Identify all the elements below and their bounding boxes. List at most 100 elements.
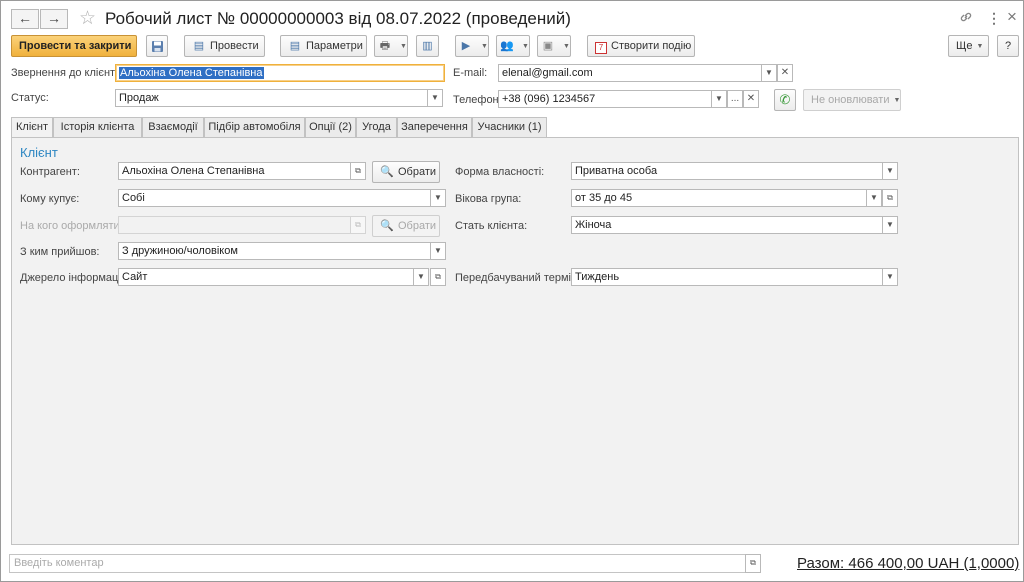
term-select[interactable]: Тиждень (571, 268, 883, 286)
email-clear-button[interactable]: ✕ (777, 64, 793, 82)
chevron-down-icon: ▼ (417, 272, 425, 281)
clear-icon: ✕ (780, 67, 790, 78)
source-open-button[interactable]: ⧉ (430, 268, 446, 286)
chevron-down-icon: ▼ (976, 43, 984, 50)
chevron-down-icon: ▼ (400, 43, 407, 50)
tab-participants[interactable]: Учасники (1) (472, 117, 547, 138)
source-select[interactable]: Сайт (118, 268, 414, 286)
favorite-star-icon[interactable]: ☆ (79, 7, 96, 30)
register-choose-button[interactable]: 🔍 Обрати (372, 215, 440, 237)
post-button[interactable]: ▤ Провести (184, 35, 265, 57)
email-dropdown-button[interactable]: ▼ (761, 64, 777, 82)
ownership-select[interactable]: Приватна особа (571, 162, 883, 180)
phone-input[interactable]: +38 (096) 1234567 (498, 90, 712, 108)
chevron-down-icon: ▼ (765, 68, 773, 77)
age-group-select[interactable]: от 35 до 45 (571, 189, 867, 207)
phone-dropdown-button[interactable]: ▼ (711, 90, 727, 108)
save-button[interactable] (146, 35, 168, 57)
counterparty-choose-button[interactable]: 🔍 Обрати (372, 161, 440, 183)
gender-select[interactable]: Жіноча (571, 216, 883, 234)
chevron-down-icon: ▼ (563, 43, 570, 50)
create-based-on-button[interactable]: ▶ ▼ (455, 35, 489, 57)
chevron-down-icon: ▼ (434, 246, 442, 255)
reports-button[interactable]: ▣ ▼ (537, 35, 571, 57)
appeal-label: Звернення до клієнта: (11, 67, 125, 79)
comment-open-button[interactable]: ⧉ (745, 554, 761, 573)
source-dropdown-button[interactable]: ▼ (413, 268, 429, 286)
report-icon: ▣ (542, 40, 554, 52)
open-window-icon: ⧉ (355, 220, 361, 229)
arrow-right-icon: → (47, 10, 61, 26)
counterparty-label: Контрагент: (20, 166, 80, 178)
status-select[interactable]: Продаж (115, 89, 428, 107)
source-label: Джерело інформації: (20, 272, 127, 284)
print-button[interactable]: 🖶 ▼ (374, 35, 408, 57)
chevron-down-icon: ▼ (886, 272, 894, 281)
phone-choose-button[interactable]: ... (727, 90, 743, 108)
chevron-down-icon: ▼ (715, 94, 723, 103)
search-icon: 🔍 (380, 220, 394, 232)
ownership-dropdown-button[interactable]: ▼ (882, 162, 898, 180)
printer-icon: 🖶 (379, 40, 391, 52)
total-amount[interactable]: Разом: 466 400,00 UAH (1,0000) (797, 555, 1019, 572)
email-input[interactable]: elenal@gmail.com (498, 64, 762, 82)
tab-car-selection[interactable]: Підбір автомобіля (204, 117, 305, 138)
phone-clear-button[interactable]: ✕ (743, 90, 759, 108)
chevron-down-icon: ▼ (870, 193, 878, 202)
post-and-close-button[interactable]: Провести та закрити (11, 35, 137, 57)
counterparty-input[interactable]: Альохіна Олена Степанівна (118, 162, 351, 180)
chevron-down-icon: ▼ (434, 193, 442, 202)
client-tab-panel: Клієнт Контрагент: Альохіна Олена Степан… (11, 137, 1019, 545)
title-bar: ← → ☆ Робочий лист № 00000000003 від 08.… (1, 1, 1023, 35)
chevron-down-icon: ▼ (481, 43, 488, 50)
appeal-input[interactable]: Альохіна Олена Степанівна (115, 64, 445, 82)
status-dropdown-button[interactable]: ▼ (427, 89, 443, 107)
buyer-dropdown-button[interactable]: ▼ (430, 189, 446, 207)
tab-objections[interactable]: Заперечення (397, 117, 472, 138)
arrow-left-icon: ← (18, 10, 32, 26)
came-with-select[interactable]: З дружиною/чоловіком (118, 242, 431, 260)
clear-icon: ✕ (746, 93, 756, 104)
no-update-button[interactable]: Не оновлювати ▼ (803, 89, 901, 111)
tab-deal[interactable]: Угода (356, 117, 397, 138)
more-actions-button[interactable]: Ще ▼ (948, 35, 989, 57)
age-group-open-button[interactable]: ⧉ (882, 189, 898, 207)
parameters-button[interactable]: ▤ Параметри (280, 35, 367, 57)
buyer-select[interactable]: Собі (118, 189, 431, 207)
age-group-label: Вікова група: (455, 193, 522, 205)
counterparty-open-button[interactable]: ⧉ (350, 162, 366, 180)
age-group-dropdown-button[interactable]: ▼ (866, 189, 882, 207)
register-input[interactable] (118, 216, 351, 234)
search-icon: 🔍 (380, 166, 394, 178)
open-window-icon: ⧉ (355, 166, 361, 175)
create-event-button[interactable]: 7 Створити подію (587, 35, 695, 57)
open-window-icon: ⧉ (435, 272, 441, 281)
buyer-label: Кому купує: (20, 193, 80, 205)
help-button[interactable]: ? (997, 35, 1019, 57)
link-icon[interactable] (959, 10, 973, 27)
term-dropdown-button[interactable]: ▼ (882, 268, 898, 286)
tab-options[interactable]: Опції (2) (305, 117, 356, 138)
tab-client-history[interactable]: Історія клієнта (53, 117, 142, 138)
forward-button[interactable]: → (40, 9, 68, 29)
came-with-label: З ким прийшов: (20, 246, 100, 258)
close-icon[interactable]: × (1007, 7, 1017, 27)
users-button[interactable]: 👥 ▼ (496, 35, 530, 57)
phone-label: Телефон: (453, 94, 502, 106)
tab-interactions[interactable]: Взаємодії (142, 117, 204, 138)
gender-dropdown-button[interactable]: ▼ (882, 216, 898, 234)
related-documents-button[interactable]: ▥ (416, 35, 439, 57)
register-open-button[interactable]: ⧉ (350, 216, 366, 234)
term-label: Передбачуваний термін: (455, 272, 581, 284)
post-document-icon: ▤ (193, 40, 205, 52)
more-menu-icon[interactable]: ⋮ (987, 10, 1001, 27)
chevron-down-icon: ▼ (431, 93, 439, 102)
came-with-dropdown-button[interactable]: ▼ (430, 242, 446, 260)
comment-input[interactable]: Введіть коментар (9, 554, 746, 573)
parameters-document-icon: ▤ (289, 40, 301, 52)
chevron-down-icon: ▼ (522, 43, 529, 50)
call-button[interactable]: ✆ (774, 89, 796, 111)
window-title: Робочий лист № 00000000003 від 08.07.202… (105, 9, 571, 28)
back-button[interactable]: ← (11, 9, 39, 29)
tab-client[interactable]: Клієнт (11, 117, 53, 139)
